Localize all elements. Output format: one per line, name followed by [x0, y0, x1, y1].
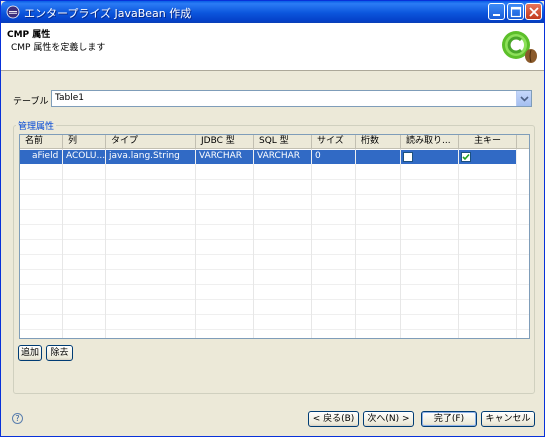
- close-icon: [529, 7, 539, 17]
- attributes-table[interactable]: 名前 列 タイプ JDBC 型 SQL 型 サイズ 桁数 読み取り... 主キー: [19, 134, 530, 339]
- row-divider: [20, 269, 529, 270]
- column-header-scale[interactable]: 桁数: [356, 135, 401, 149]
- cell-type[interactable]: java.lang.String: [106, 150, 196, 164]
- read-only-checkbox[interactable]: [403, 152, 413, 162]
- checkmark-icon: [462, 153, 470, 161]
- cell-size[interactable]: 0: [312, 150, 356, 164]
- cell-read-only[interactable]: [401, 150, 459, 164]
- column-divider: [516, 149, 517, 338]
- cell-name[interactable]: aField: [20, 150, 63, 164]
- remove-button[interactable]: 除去: [46, 345, 73, 361]
- wizard-header: CMP 属性 CMP 属性を定義します: [1, 23, 544, 71]
- table-select-value: Table1: [55, 93, 84, 103]
- page-description: CMP 属性を定義します: [11, 43, 106, 53]
- cell-jdbc-type[interactable]: VARCHAR: [196, 150, 254, 164]
- dropdown-button[interactable]: [516, 91, 531, 106]
- column-divider: [105, 149, 106, 338]
- maximize-icon: [510, 6, 522, 18]
- chevron-down-icon: [520, 96, 529, 102]
- cell-scale[interactable]: [356, 150, 401, 164]
- row-divider: [20, 314, 529, 315]
- row-divider: [20, 209, 529, 210]
- finish-button[interactable]: 完了(F): [421, 411, 477, 427]
- column-divider: [195, 149, 196, 338]
- column-header-read-only[interactable]: 読み取り...: [401, 135, 459, 149]
- cell-sql-type[interactable]: VARCHAR: [254, 150, 312, 164]
- column-header-column[interactable]: 列: [63, 135, 106, 149]
- column-divider: [253, 149, 254, 338]
- cancel-button[interactable]: キャンセル: [481, 411, 535, 427]
- column-divider: [400, 149, 401, 338]
- column-header-name[interactable]: 名前: [20, 135, 63, 149]
- table-header: 名前 列 タイプ JDBC 型 SQL 型 サイズ 桁数 読み取り... 主キー: [20, 135, 529, 149]
- table-label: テーブル :: [13, 97, 55, 107]
- eclipse-icon: [6, 5, 20, 19]
- cell-column[interactable]: ACOLU...: [63, 150, 106, 164]
- group-label: 管理属性: [16, 119, 57, 132]
- primary-key-checkbox[interactable]: [461, 152, 471, 162]
- row-divider: [20, 224, 529, 225]
- row-divider: [20, 194, 529, 195]
- row-divider: [20, 179, 529, 180]
- close-button[interactable]: [525, 3, 542, 20]
- row-divider: [20, 284, 529, 285]
- column-divider: [355, 149, 356, 338]
- minimize-icon: [493, 14, 500, 16]
- column-header-type[interactable]: タイプ: [106, 135, 196, 149]
- cell-primary-key[interactable]: [459, 150, 517, 164]
- cmp-bean-logo-icon: [502, 31, 537, 63]
- maximize-button[interactable]: [507, 3, 524, 20]
- column-divider: [311, 149, 312, 338]
- column-header-jdbc-type[interactable]: JDBC 型: [196, 135, 254, 149]
- page-title: CMP 属性: [7, 30, 51, 40]
- next-button[interactable]: 次へ(N) >: [363, 411, 414, 427]
- column-divider: [458, 149, 459, 338]
- table-row[interactable]: aField ACOLU... java.lang.String VARCHAR…: [20, 150, 517, 164]
- column-header-size[interactable]: サイズ: [312, 135, 356, 149]
- help-icon[interactable]: ?: [12, 413, 23, 424]
- row-divider: [20, 254, 529, 255]
- row-divider: [20, 329, 529, 330]
- add-button[interactable]: 追加: [18, 345, 42, 361]
- column-header-primary-key[interactable]: 主キー: [459, 135, 517, 149]
- row-divider: [20, 299, 529, 300]
- title-bar[interactable]: エンタープライズ JavaBean 作成: [1, 1, 544, 23]
- column-divider: [62, 149, 63, 338]
- column-header-sql-type[interactable]: SQL 型: [254, 135, 312, 149]
- row-divider: [20, 239, 529, 240]
- wizard-window: エンタープライズ JavaBean 作成 CMP 属性 CMP 属性を定義します…: [0, 0, 545, 437]
- minimize-button[interactable]: [488, 3, 505, 20]
- back-button[interactable]: < 戻る(B): [308, 411, 359, 427]
- window-title: エンタープライズ JavaBean 作成: [24, 7, 192, 20]
- table-select[interactable]: Table1: [51, 90, 532, 107]
